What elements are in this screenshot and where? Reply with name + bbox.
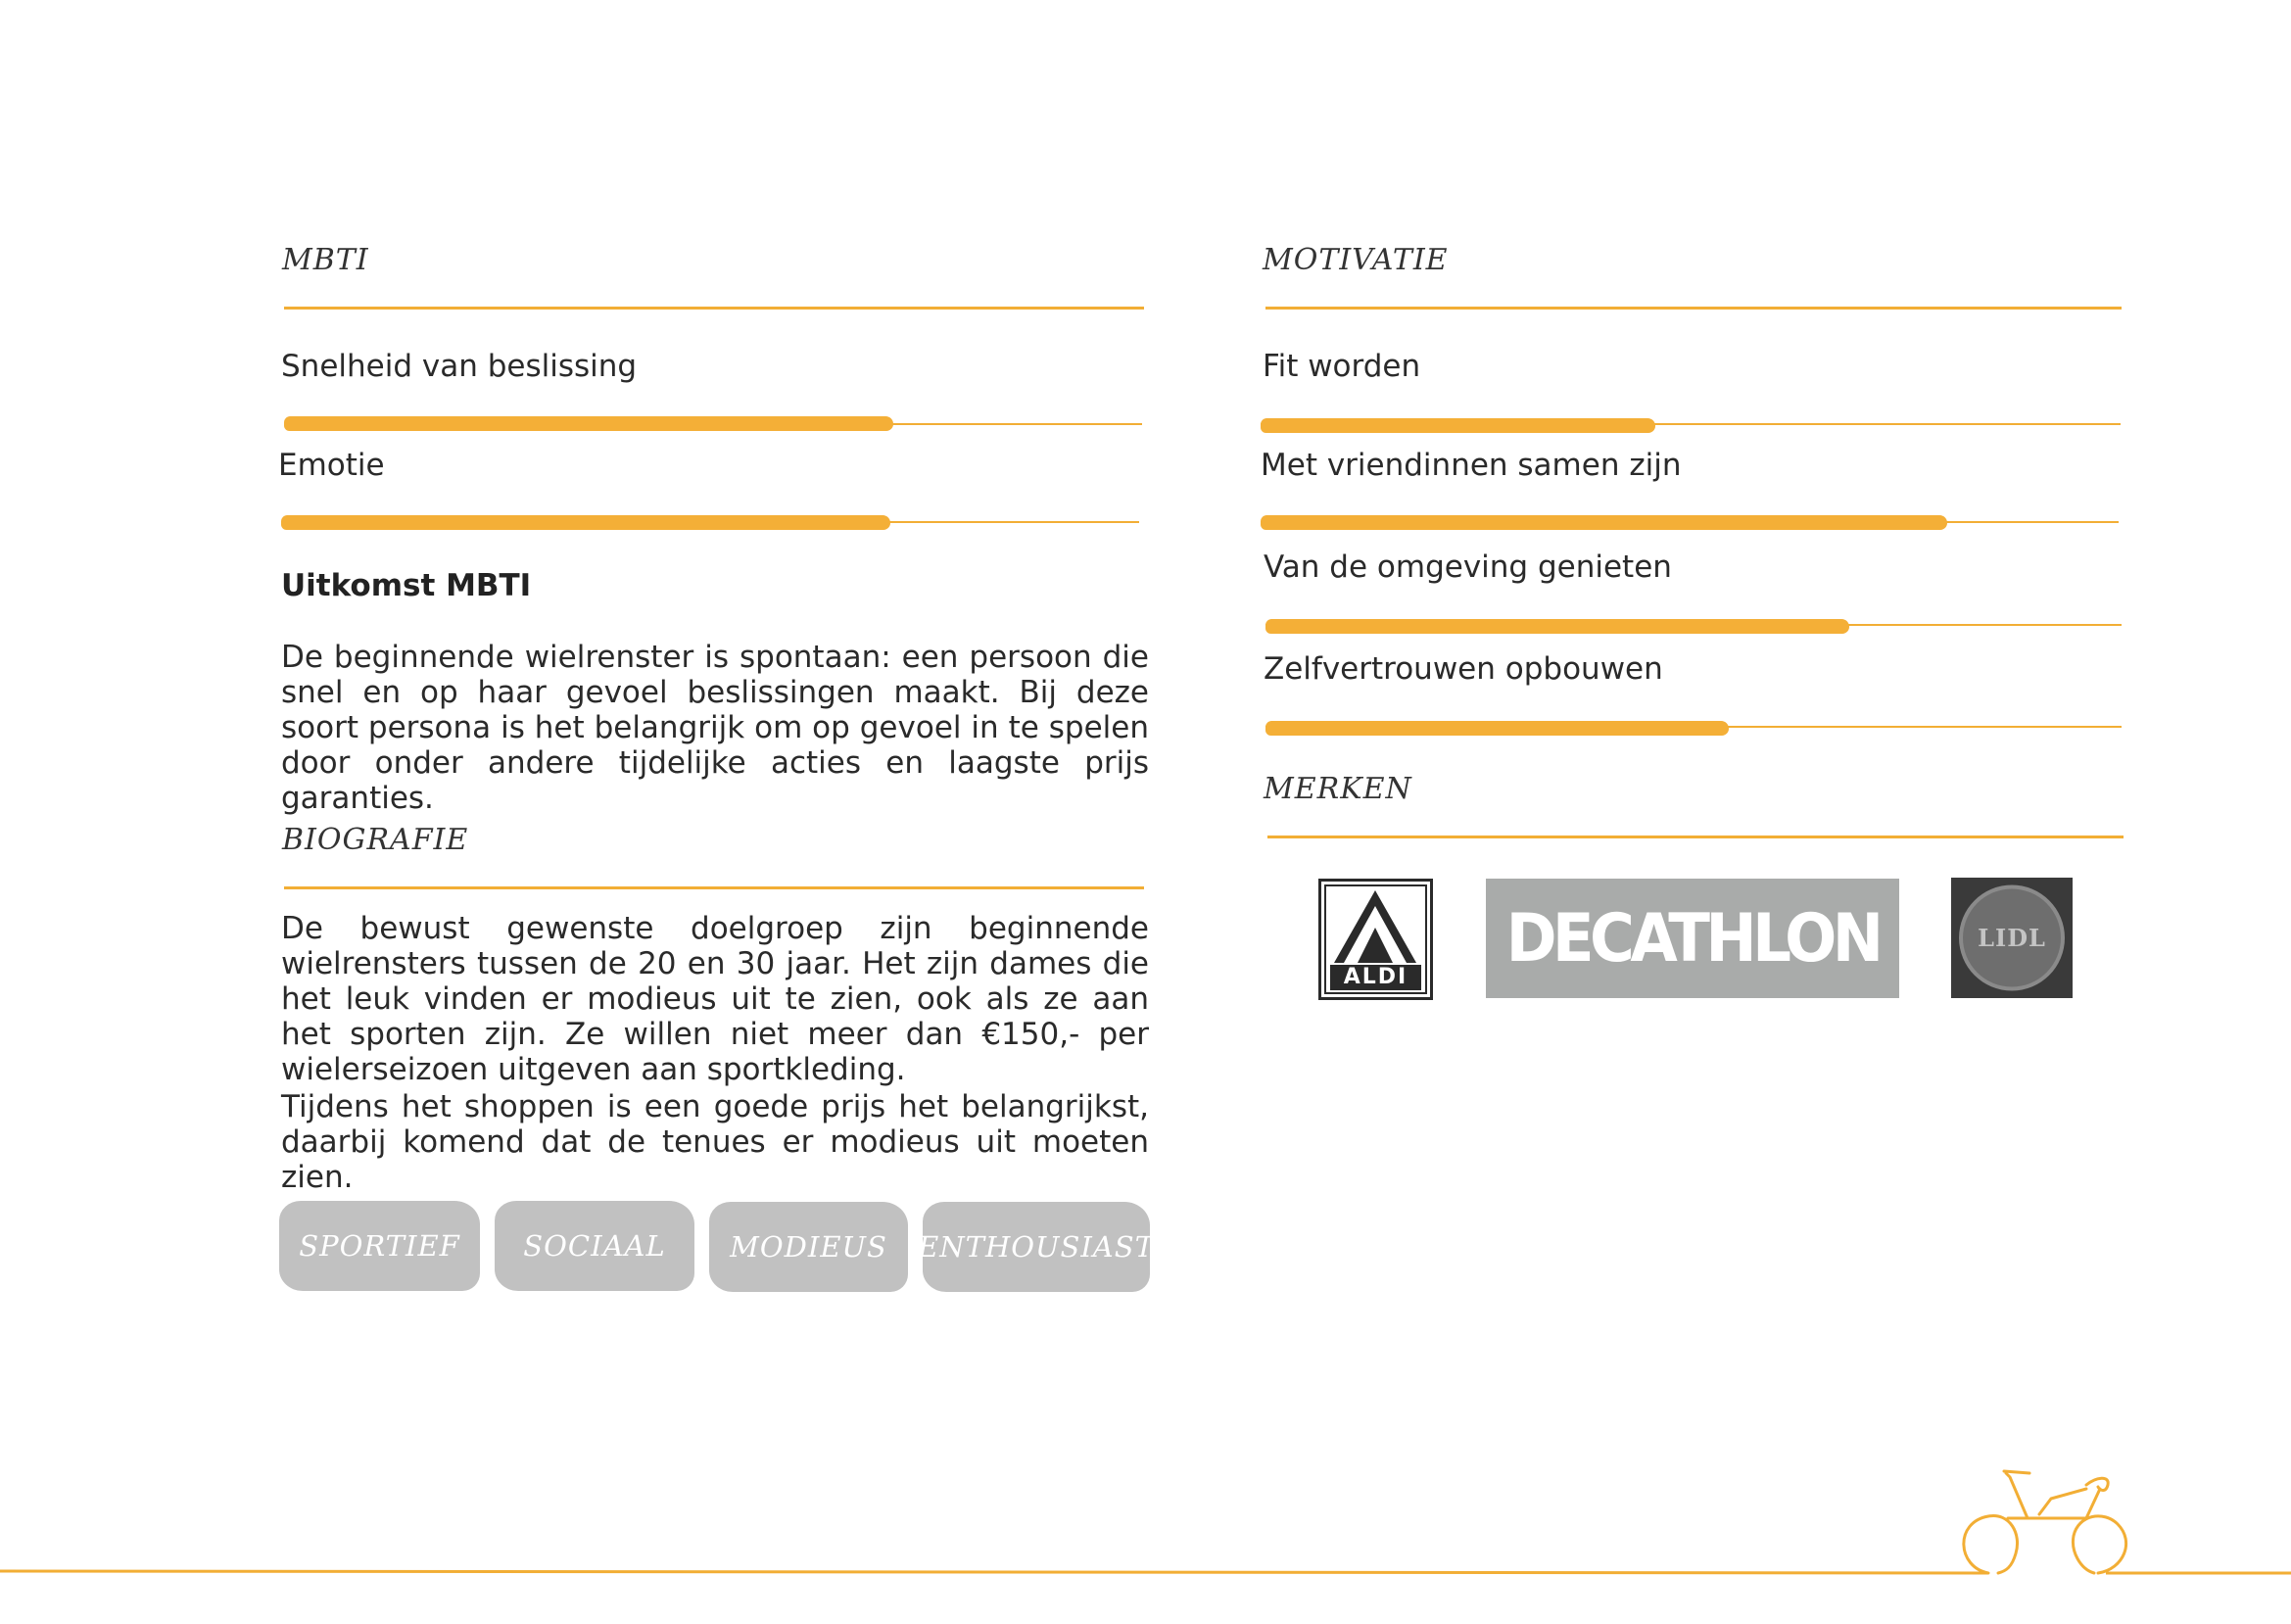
motivatie-heading: MOTIVATIE xyxy=(1263,243,1449,277)
biografie-heading: BIOGRAFIE xyxy=(282,823,469,857)
mbti-scale-fill-1 xyxy=(284,416,893,431)
mbti-heading: MBTI xyxy=(282,243,369,277)
lidl-logo-text: LIDL xyxy=(1978,924,2046,952)
biografie-paragraph-2: Tijdens het shoppen is een goede prijs h… xyxy=(281,1089,1149,1195)
tag-modieus: MODIEUS xyxy=(709,1202,908,1292)
bicycle-icon xyxy=(1949,1459,2145,1587)
biografie-paragraph-1: De bewust gewenste doelgroep zijn beginn… xyxy=(281,911,1149,1087)
tag-sociaal: SOCIAAL xyxy=(495,1201,694,1291)
merken-heading-rule xyxy=(1267,836,2124,838)
decathlon-logo: DECATHLON xyxy=(1486,879,1899,998)
motivatie-scale-fill-4 xyxy=(1265,721,1729,736)
motivatie-scale-label-2: Met vriendinnen samen zijn xyxy=(1261,448,1682,483)
mbti-scale-label-2: Emotie xyxy=(278,448,385,483)
motivatie-heading-rule xyxy=(1265,307,2122,310)
mbti-scale-fill-2 xyxy=(281,515,890,530)
aldi-logo: ALDI xyxy=(1318,879,1433,1000)
aldi-logo-text: ALDI xyxy=(1343,965,1408,989)
mbti-heading-rule xyxy=(284,307,1144,310)
biografie-heading-rule xyxy=(284,886,1144,889)
motivatie-scale-fill-3 xyxy=(1265,619,1849,634)
tag-sportief: SPORTIEF xyxy=(279,1201,480,1291)
mbti-scale-label-1: Snelheid van beslissing xyxy=(281,349,638,384)
footer-decoration xyxy=(0,1565,2291,1620)
decathlon-logo-text: DECATHLON xyxy=(1505,899,1885,978)
mbti-result-title: Uitkomst MBTI xyxy=(281,568,532,603)
mbti-result-text: De beginnende wielrenster is spontaan: e… xyxy=(281,640,1149,816)
motivatie-scale-fill-2 xyxy=(1261,515,1947,530)
lidl-logo: LIDL xyxy=(1951,878,2073,998)
merken-heading: MERKEN xyxy=(1264,772,1412,806)
motivatie-scale-label-4: Zelfvertrouwen opbouwen xyxy=(1264,651,1663,687)
motivatie-scale-label-1: Fit worden xyxy=(1263,349,1421,384)
tag-enthousiast: ENTHOUSIAST xyxy=(918,1202,1154,1292)
motivatie-scale-label-3: Van de omgeving genieten xyxy=(1264,549,1672,585)
motivatie-scale-fill-1 xyxy=(1261,418,1655,433)
